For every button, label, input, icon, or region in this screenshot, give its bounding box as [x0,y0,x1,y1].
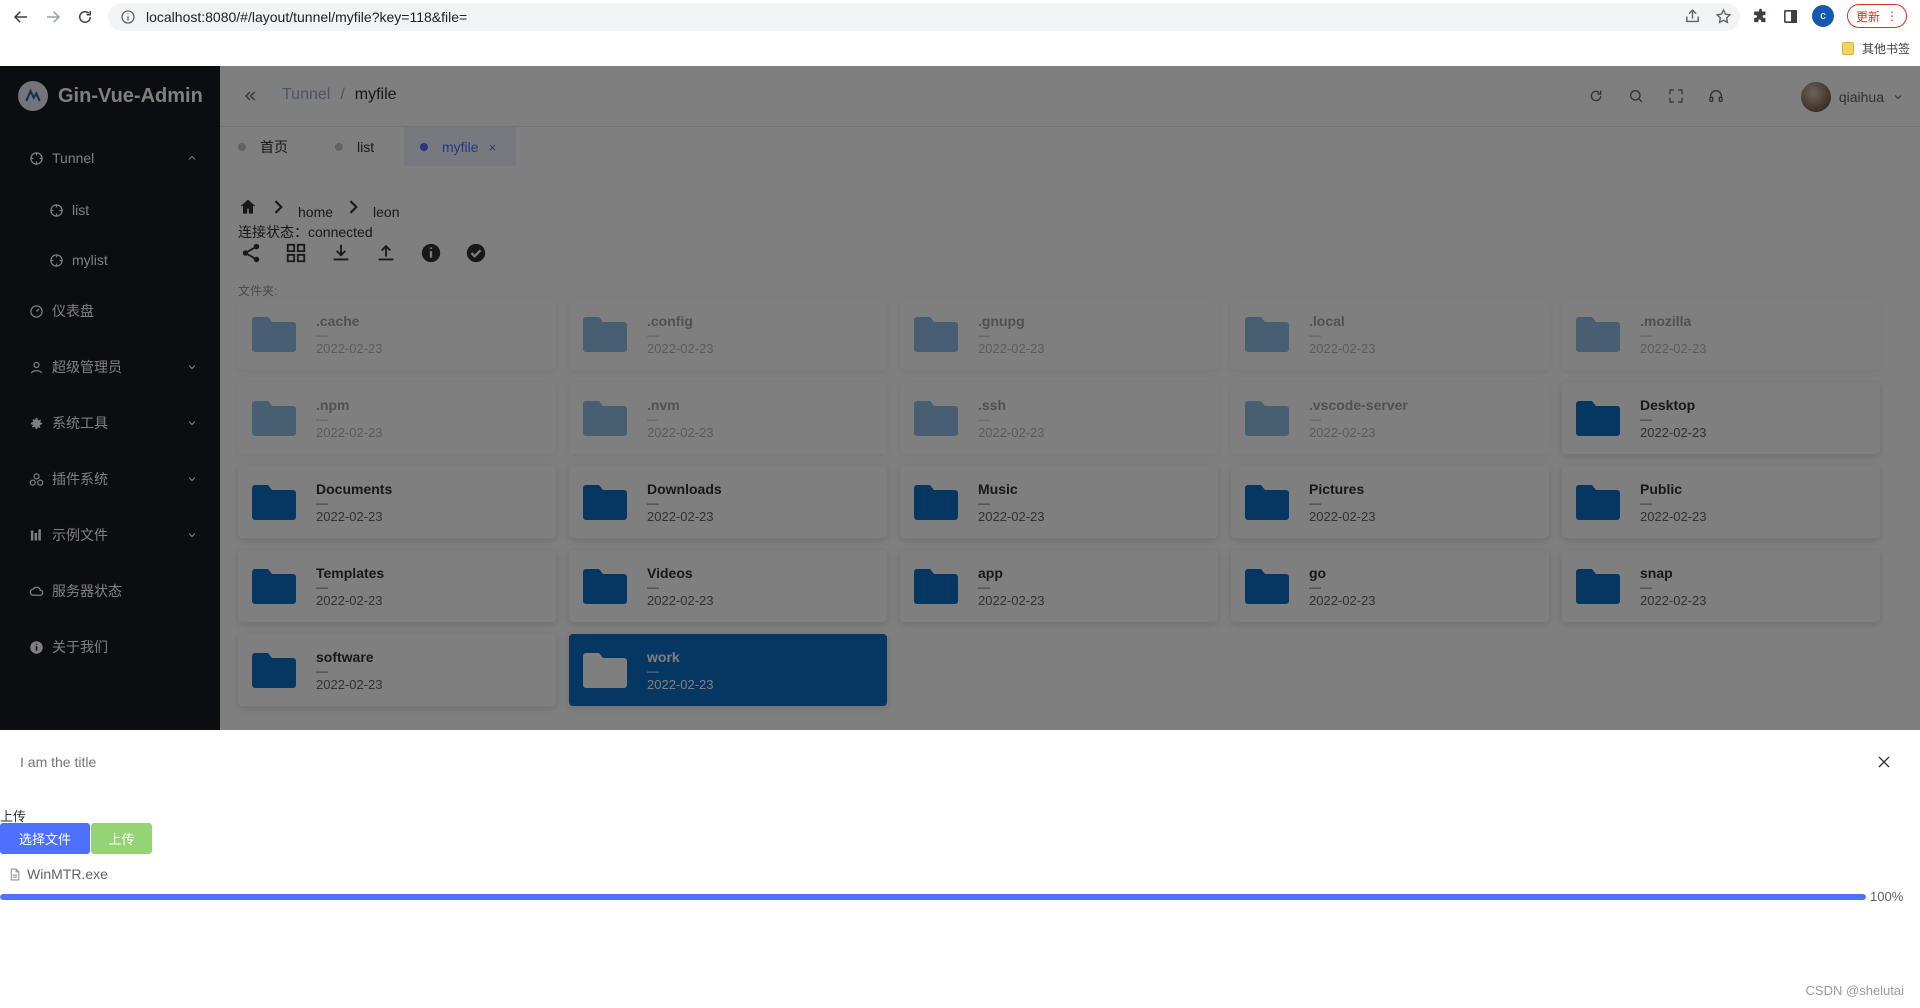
document-icon [10,868,20,880]
url-text[interactable]: localhost:8080/#/layout/tunnel/myfile?ke… [146,9,467,25]
drawer-title: I am the title [20,754,97,770]
more-menu-icon: ⋮ [1886,9,1899,23]
upload-drawer: I am the title 上传 选择文件 上传 WinMTR.exe 100… [0,730,1920,1008]
select-file-button[interactable]: 选择文件 [0,823,90,854]
bookmark-folder-icon [1841,42,1854,55]
bookmarks-bar: 其他书签 [0,33,1920,66]
side-panel-icon[interactable] [1782,8,1799,25]
upload-button[interactable]: 上传 [91,823,152,854]
upload-progress-fill [0,894,1866,900]
upload-file-name: WinMTR.exe [27,866,108,882]
upload-file-item: WinMTR.exe [8,866,108,882]
browser-toolbar: localhost:8080/#/layout/tunnel/myfile?ke… [0,0,1920,33]
share-icon[interactable] [1684,8,1701,25]
reload-icon[interactable] [72,4,98,30]
close-icon[interactable] [1874,752,1894,772]
address-bar[interactable]: localhost:8080/#/layout/tunnel/myfile?ke… [108,3,1740,31]
update-button[interactable]: 更新 ⋮ [1847,4,1908,28]
other-bookmarks[interactable]: 其他书签 [1841,40,1910,57]
bookmark-star-icon[interactable] [1715,8,1732,25]
site-info-icon[interactable] [120,9,136,25]
modal-overlay[interactable] [0,66,1920,730]
extensions-icon[interactable] [1752,8,1769,25]
profile-avatar[interactable]: c [1812,5,1834,27]
forward-icon[interactable] [40,4,66,30]
upload-progress-bar [0,894,1866,900]
upload-progress-text: 100% [1870,889,1904,904]
other-bookmarks-label: 其他书签 [1861,42,1910,56]
back-icon[interactable] [8,4,34,30]
watermark: CSDN @shelutai [1805,983,1904,998]
update-label: 更新 [1856,9,1881,24]
